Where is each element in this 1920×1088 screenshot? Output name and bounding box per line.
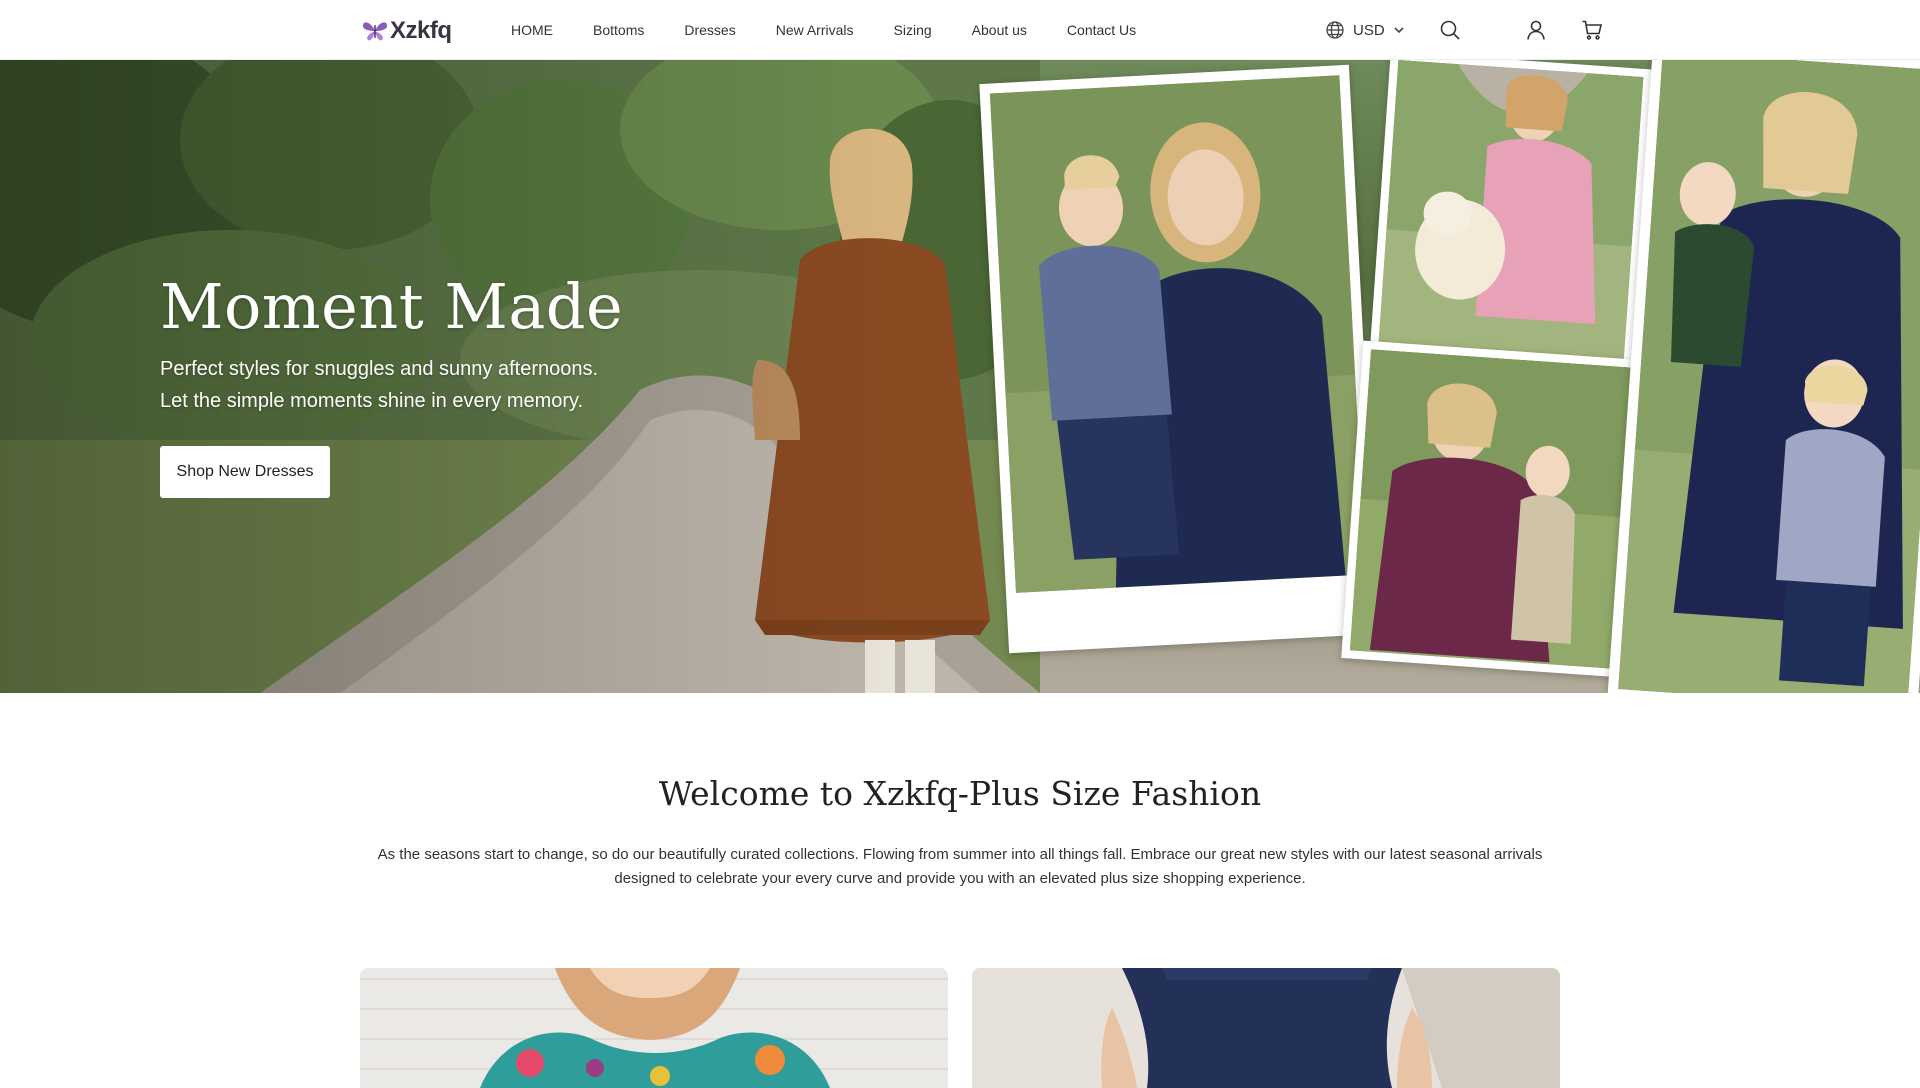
logo[interactable]: Xzkfq: [362, 17, 452, 45]
butterfly-logo-icon: [362, 22, 388, 41]
nav-contact-us[interactable]: Contact Us: [1067, 22, 1136, 38]
collage-photo-purple-dress: [1341, 340, 1643, 678]
nav-bottoms[interactable]: Bottoms: [593, 22, 644, 38]
featured-collection-image-2: [972, 968, 1560, 1088]
hero-subtitle-line-1: Perfect styles for snuggles and sunny af…: [160, 358, 599, 380]
nav-new-arrivals[interactable]: New Arrivals: [776, 22, 854, 38]
hero-title: Moment Made: [160, 270, 624, 343]
welcome-description: As the seasons start to change, so do ou…: [377, 846, 1543, 887]
search-button[interactable]: [1437, 17, 1463, 43]
currency-label: USD: [1353, 21, 1385, 39]
collage-photo-mother-son: [979, 64, 1379, 654]
globe-icon: [1326, 21, 1344, 39]
collage-photo-dog: [1369, 60, 1653, 369]
search-icon: [1440, 20, 1460, 40]
logo-text: Xzkfq: [390, 17, 452, 44]
featured-collection-card-2[interactable]: [972, 968, 1560, 1088]
featured-collection-image-1: [360, 968, 948, 1088]
welcome-title: Welcome to Xzkfq-Plus Size Fashion: [658, 774, 1262, 813]
currency-selector[interactable]: USD: [1325, 20, 1405, 40]
featured-collection-card-1[interactable]: [360, 968, 948, 1088]
main-nav: HOME Bottoms Dresses New Arrivals Sizing…: [511, 0, 1136, 60]
cart-icon: [1582, 20, 1602, 40]
user-icon: [1526, 20, 1545, 40]
cart-button[interactable]: [1579, 17, 1605, 43]
shop-new-dresses-button[interactable]: Shop New Dresses: [160, 446, 330, 498]
collage-photo-family: [1607, 60, 1920, 693]
nav-sizing[interactable]: Sizing: [894, 22, 932, 38]
chevron-down-icon: [1394, 27, 1404, 34]
nav-about-us[interactable]: About us: [972, 22, 1027, 38]
site-header: Xzkfq HOME Bottoms Dresses New Arrivals …: [0, 0, 1920, 60]
hero-banner: Moment Made Perfect styles for snuggles …: [0, 60, 1920, 693]
hero-subtitle-line-2: Let the simple moments shine in every me…: [160, 390, 584, 412]
nav-dresses[interactable]: Dresses: [684, 22, 735, 38]
nav-home[interactable]: HOME: [511, 22, 553, 38]
account-button[interactable]: [1523, 17, 1549, 43]
header-actions: USD: [1325, 0, 1605, 60]
